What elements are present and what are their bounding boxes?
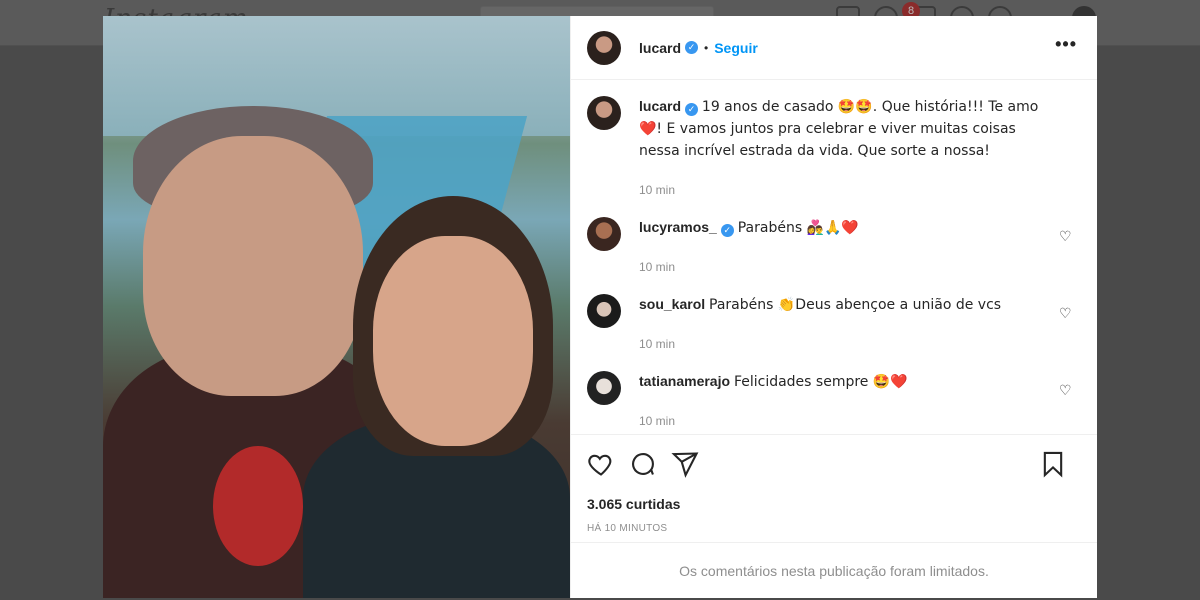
comment-text: Parabéns 👩‍❤️‍👨🙏❤️: [737, 220, 859, 236]
author-avatar[interactable]: [587, 96, 621, 130]
commenter-avatar[interactable]: [587, 371, 621, 405]
caption-username[interactable]: lucard: [639, 98, 681, 114]
posted-time[interactable]: HÁ 10 MINUTOS: [571, 516, 1097, 542]
author-username[interactable]: lucard: [639, 40, 681, 56]
comment-body: tatianamerajo Felicidades sempre 🤩❤️ 10 …: [639, 371, 1059, 434]
comments-list: lucard ✓ 19 anos de casado 🤩🤩. Que histór…: [571, 80, 1097, 434]
like-comment-heart-icon[interactable]: ♡: [1059, 306, 1073, 320]
comment-item: tatianamerajo Felicidades sempre 🤩❤️ 10 …: [587, 371, 1081, 434]
commenter-avatar[interactable]: [587, 294, 621, 328]
comment-body: lucyramos_ ✓ Parabéns 👩‍❤️‍👨🙏❤️ 10 min: [639, 217, 1059, 288]
photo-man-face: [143, 136, 363, 396]
commenter-avatar[interactable]: [587, 217, 621, 251]
comment-item: sou_karol Parabéns 👏Deus abençoe a união…: [587, 294, 1081, 365]
verified-badge-icon: ✓: [685, 41, 699, 54]
comment-username[interactable]: lucyramos_: [639, 219, 717, 235]
comments-limited-notice: Os comentários nesta publicação foram li…: [571, 542, 1097, 598]
comment-username[interactable]: tatianamerajo: [639, 373, 730, 389]
photo-woman-face: [373, 236, 533, 446]
like-comment-heart-icon[interactable]: ♡: [1059, 229, 1073, 243]
comment-icon[interactable]: [629, 450, 657, 478]
verified-badge-icon: ✓: [685, 103, 699, 116]
post-header: lucard ✓ • Seguir •••: [571, 16, 1097, 80]
post-photo[interactable]: [103, 16, 570, 598]
comment-time[interactable]: 10 min: [639, 257, 1059, 278]
caption-time[interactable]: 10 min: [639, 180, 1059, 201]
post-sidebar: lucard ✓ • Seguir ••• lucard ✓ 19 anos de…: [570, 16, 1097, 598]
paper-plane-icon[interactable]: [671, 450, 699, 478]
comment-time[interactable]: 10 min: [639, 334, 1059, 355]
caption: lucard ✓ 19 anos de casado 🤩🤩. Que histór…: [587, 96, 1081, 211]
verified-badge-icon: ✓: [720, 224, 734, 237]
likes-count[interactable]: 3.065 curtidas: [571, 492, 1097, 516]
post-modal: lucard ✓ • Seguir ••• lucard ✓ 19 anos de…: [103, 16, 1097, 598]
heart-icon[interactable]: [587, 450, 615, 478]
comment-time[interactable]: 10 min: [639, 411, 1059, 432]
more-options-icon[interactable]: •••: [1055, 34, 1077, 55]
comment-text: Parabéns 👏Deus abençoe a união de vcs: [709, 297, 1002, 313]
follow-button[interactable]: Seguir: [714, 40, 758, 56]
photo-lips-print: [213, 446, 303, 566]
post-actions: [571, 434, 1097, 492]
separator-dot: •: [704, 40, 709, 55]
caption-text: 19 anos de casado 🤩🤩. Que história!!! Te…: [639, 99, 1039, 159]
bookmark-icon[interactable]: [1039, 450, 1067, 478]
caption-body: lucard ✓ 19 anos de casado 🤩🤩. Que histór…: [639, 96, 1059, 211]
author-avatar[interactable]: [587, 30, 621, 65]
comment-item: lucyramos_ ✓ Parabéns 👩‍❤️‍👨🙏❤️ 10 min ♡: [587, 217, 1081, 288]
comment-body: sou_karol Parabéns 👏Deus abençoe a união…: [639, 294, 1059, 365]
comment-text: Felicidades sempre 🤩❤️: [733, 374, 908, 390]
like-comment-heart-icon[interactable]: ♡: [1059, 383, 1073, 397]
comment-username[interactable]: sou_karol: [639, 296, 705, 312]
